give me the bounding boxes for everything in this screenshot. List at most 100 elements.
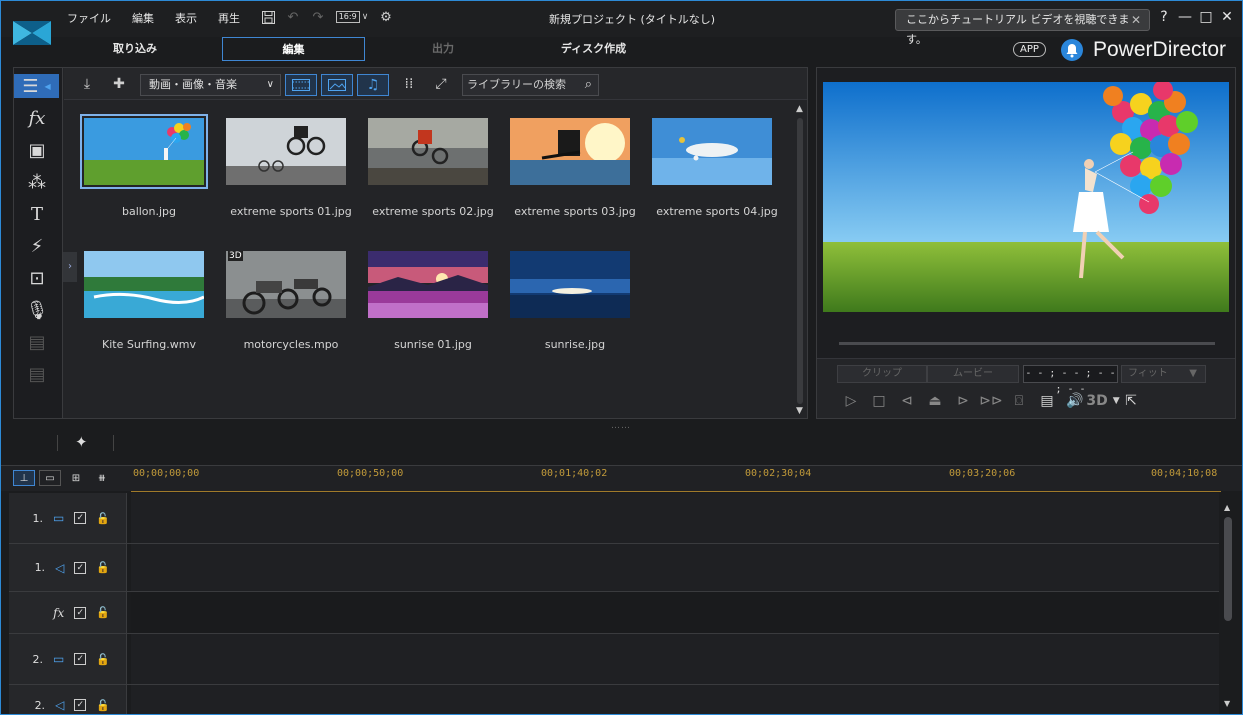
menu-view[interactable]: 表示	[175, 10, 197, 26]
mark-icon[interactable]: ⏏	[921, 392, 949, 410]
scroll-track[interactable]	[797, 118, 803, 404]
track-content[interactable]	[131, 685, 1219, 714]
scroll-down-icon[interactable]: ▼	[796, 406, 803, 416]
bell-icon[interactable]	[1061, 39, 1083, 61]
media-item-extreme-04[interactable]: extreme sports 04.jpg	[642, 108, 778, 228]
tab-capture[interactable]: 取り込み	[53, 37, 217, 61]
aspect-ratio-dropdown[interactable]: 16:9 ∨	[335, 9, 369, 25]
timeline-scrollbar[interactable]: ▲ ▼	[1223, 503, 1233, 713]
particle-room-button[interactable]: ⁂	[22, 170, 52, 194]
menu-file[interactable]: ファイル	[67, 10, 111, 26]
media-room-button[interactable]: ☰ ◀	[14, 74, 59, 98]
help-button[interactable]: ?	[1157, 9, 1171, 25]
scroll-thumb[interactable]	[1224, 517, 1232, 621]
plugin-puzzle-icon[interactable]: ✚	[108, 74, 130, 94]
voice-over-button[interactable]: 🎙	[22, 298, 52, 322]
playback-buttons: ▷ □ ⊲ ⏏ ⊳ ⊳⊳ ⌼ ▤ 🔊 3D ▼ ⇱	[837, 392, 1145, 410]
tutorial-tooltip[interactable]: ここからチュートリアル ビデオを視聴できます。 ✕	[895, 9, 1150, 46]
tab-edit[interactable]: 編集	[222, 37, 365, 61]
track-enable-checkbox[interactable]: ✓	[74, 512, 87, 524]
lock-icon[interactable]: 🔓	[96, 653, 110, 666]
lock-icon[interactable]: 🔓	[96, 561, 110, 574]
close-icon[interactable]: ✕	[1131, 10, 1141, 30]
previous-frame-icon[interactable]: ⊲	[893, 392, 921, 410]
library-search-input[interactable]: ライブラリーの検索 ⌕	[462, 74, 599, 96]
tab-produce[interactable]: 出力	[369, 37, 517, 61]
transition-room-button[interactable]: ⚡	[22, 234, 52, 258]
track-content[interactable]	[131, 544, 1219, 591]
app-badge[interactable]: APP	[1013, 42, 1046, 57]
media-item-extreme-01[interactable]: extreme sports 01.jpg	[216, 108, 352, 228]
scroll-up-icon[interactable]: ▲	[796, 104, 803, 114]
play-icon[interactable]: ▷	[837, 392, 865, 410]
chapter-room-button[interactable]: ▤	[22, 330, 52, 354]
fit-timeline-icon[interactable]: ⧻	[91, 470, 113, 486]
track-content[interactable]	[131, 493, 1219, 543]
view-mode-icon[interactable]: ⁞⁞	[398, 74, 420, 94]
track-content[interactable]	[131, 592, 1219, 633]
menu-playback[interactable]: 再生	[218, 10, 240, 26]
scroll-up-icon[interactable]: ▲	[1224, 503, 1230, 512]
subtitle-room-button[interactable]: ⊡	[22, 266, 52, 290]
effect-room-button[interactable]: fx	[22, 106, 52, 130]
undock-preview-icon[interactable]: ⇱	[1117, 392, 1145, 410]
timeline-view-icon[interactable]: ⊥	[13, 470, 35, 486]
media-filter-dropdown[interactable]: 動画・画像・音楽 ∨	[140, 74, 281, 96]
3d-mode-button[interactable]: 3D ▼	[1086, 392, 1119, 410]
track-enable-checkbox[interactable]: ✓	[74, 606, 87, 619]
stop-icon[interactable]: □	[865, 392, 893, 410]
search-icon[interactable]: ⌕	[585, 75, 592, 95]
volume-icon[interactable]: 🔊	[1061, 392, 1089, 410]
redo-icon[interactable]: ↷	[310, 9, 326, 25]
filter-image-button[interactable]	[321, 74, 353, 96]
track-enable-checkbox[interactable]: ✓	[74, 699, 87, 711]
track-enable-checkbox[interactable]: ✓	[74, 653, 87, 665]
movie-mode-button[interactable]: ムービー	[927, 365, 1019, 383]
library-side-expand-button[interactable]: ›	[63, 252, 77, 282]
preview-image	[823, 82, 1229, 312]
lock-icon[interactable]: 🔓	[96, 606, 110, 619]
tab-disc[interactable]: ディスク作成	[521, 37, 666, 61]
filter-video-button[interactable]	[285, 74, 317, 96]
media-item-sunrise-01[interactable]: sunrise 01.jpg	[358, 241, 488, 361]
import-media-icon[interactable]: ⤓	[76, 74, 98, 94]
lock-icon[interactable]: 🔓	[96, 699, 110, 712]
snapshot-camera-icon[interactable]: ⌼	[1005, 392, 1033, 410]
scroll-down-icon[interactable]: ▼	[1224, 699, 1230, 708]
track-content[interactable]	[131, 634, 1219, 684]
undo-icon[interactable]: ↶	[285, 9, 301, 25]
media-item-sunrise[interactable]: sunrise.jpg	[500, 241, 630, 361]
media-item-extreme-02[interactable]: extreme sports 02.jpg	[358, 108, 494, 228]
magic-tools-icon[interactable]: ✦	[75, 433, 88, 451]
media-item-kite-surfing[interactable]: Kite Surfing.wmv	[74, 241, 204, 361]
title-room-button[interactable]: T	[22, 202, 52, 226]
menu-edit[interactable]: 編集	[132, 10, 154, 26]
maximize-button[interactable]: □	[1199, 9, 1213, 25]
close-button[interactable]: ✕	[1220, 9, 1234, 25]
storyboard-view-icon[interactable]: ▭	[39, 470, 61, 486]
add-track-icon[interactable]: ⊞	[65, 470, 87, 486]
library-scrollbar[interactable]: ▲ ▼	[794, 102, 806, 418]
preview-controls: クリップ ムービー - - ; - - ; - - ; - - フィット ▼ ▷…	[817, 358, 1235, 418]
expand-library-icon[interactable]: ⤢	[430, 74, 452, 94]
zoom-fit-dropdown[interactable]: フィット ▼	[1121, 365, 1206, 383]
lock-icon[interactable]: 🔓	[96, 512, 110, 525]
fast-forward-icon[interactable]: ⊳⊳	[977, 392, 1005, 410]
audio-mixing-room-button[interactable]: ▤	[22, 362, 52, 386]
media-item-extreme-03[interactable]: extreme sports 03.jpg	[500, 108, 636, 228]
gear-icon[interactable]: ⚙	[378, 9, 394, 25]
save-icon[interactable]	[260, 9, 276, 25]
preview-seek-bar[interactable]	[839, 342, 1215, 345]
track-enable-checkbox[interactable]: ✓	[74, 561, 87, 574]
pip-room-button[interactable]: ▣	[22, 138, 52, 162]
filter-music-button[interactable]: ♫	[357, 74, 389, 96]
panel-resize-grip[interactable]: ……	[611, 421, 631, 431]
timeline-ruler[interactable]: 00;00;00;00 00;00;50;00 00;01;40;02 00;0…	[131, 466, 1221, 492]
clip-mode-button[interactable]: クリップ	[837, 365, 927, 383]
media-item-motorcycles[interactable]: 3D motorcycles.mpo	[216, 241, 346, 361]
subtitle-toggle-icon[interactable]: ▤	[1033, 392, 1061, 410]
next-frame-icon[interactable]: ⊳	[949, 392, 977, 410]
minimize-button[interactable]: —	[1178, 9, 1192, 25]
media-item-ballon[interactable]: ballon.jpg	[74, 108, 208, 228]
timecode-display[interactable]: - - ; - - ; - - ; - -	[1023, 365, 1118, 395]
